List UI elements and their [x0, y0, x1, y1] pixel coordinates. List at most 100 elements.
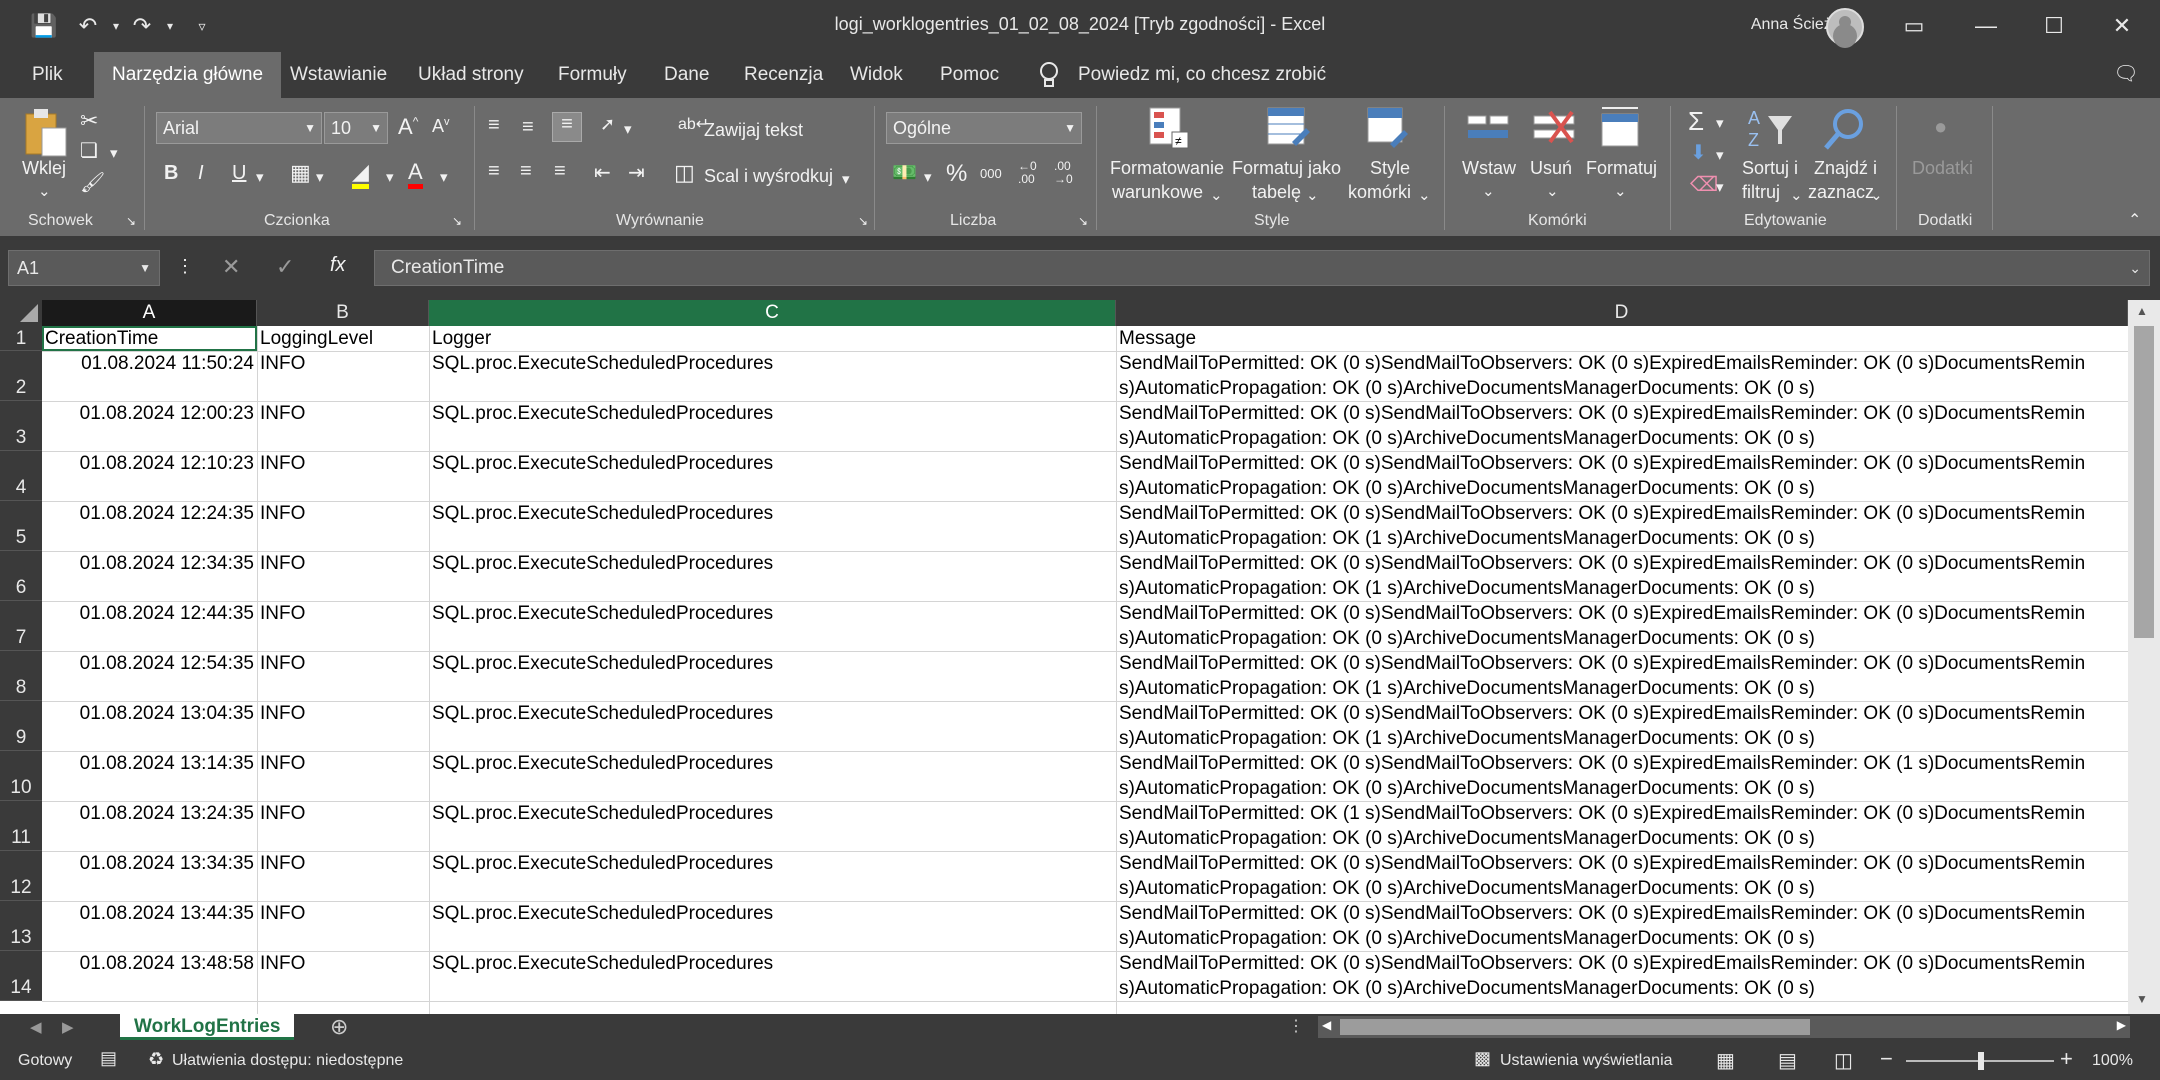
sort-filter-button[interactable]: Sortuj i — [1742, 158, 1798, 179]
scroll-right-icon[interactable]: ▶ — [2117, 1018, 2126, 1032]
table-cell[interactable]: 01.08.2024 11:50:24 — [42, 351, 257, 376]
insert-function-icon[interactable]: fx — [330, 254, 346, 277]
font-size-select[interactable]: 10 ▼ — [324, 112, 388, 144]
merge-dropdown-icon[interactable]: ▾ — [842, 170, 850, 188]
scroll-up-icon[interactable]: ▲ — [2136, 304, 2148, 318]
table-cell[interactable]: INFO — [257, 901, 429, 926]
table-cell[interactable]: 01.08.2024 13:44:35 — [42, 901, 257, 926]
table-cell[interactable]: SQL.proc.ExecuteScheduledProcedures — [429, 601, 1116, 626]
table-cell[interactable]: 01.08.2024 12:10:23 — [42, 451, 257, 476]
tab-help[interactable]: Pomoc — [940, 52, 999, 98]
clear-icon[interactable]: ⌫ — [1690, 172, 1718, 197]
cancel-entry-icon[interactable]: ✕ — [222, 254, 240, 280]
row-header[interactable]: 12 — [0, 851, 42, 901]
tab-formulas[interactable]: Formuły — [558, 52, 627, 98]
format-as-table-button[interactable]: Formatuj jako — [1232, 158, 1341, 179]
fill-dropdown-icon[interactable]: ▾ — [1716, 146, 1724, 164]
horizontal-scrollbar[interactable]: ◀ ▶ — [1318, 1016, 2130, 1038]
underline-button[interactable]: U — [232, 162, 246, 185]
table-cell[interactable]: 01.08.2024 12:44:35 — [42, 601, 257, 626]
row-header[interactable]: 10 — [0, 751, 42, 801]
table-cell[interactable]: SQL.proc.ExecuteScheduledProcedures — [429, 551, 1116, 576]
table-cell[interactable]: INFO — [257, 651, 429, 676]
message-cell[interactable]: SendMailToPermitted: OK (0 s)SendMailToO… — [1116, 401, 2128, 426]
wrap-text-button[interactable]: Zawijaj tekst — [704, 120, 803, 141]
table-cell[interactable]: 01.08.2024 12:34:35 — [42, 551, 257, 576]
font-color-icon[interactable]: A — [408, 160, 423, 189]
table-cell[interactable]: SQL.proc.ExecuteScheduledProcedures — [429, 951, 1116, 976]
font-launcher-icon[interactable]: ↘ — [452, 214, 462, 228]
delete-cells-icon[interactable] — [1532, 108, 1576, 148]
cell-styles-button-line2[interactable]: komórki — [1348, 182, 1411, 203]
tab-file[interactable]: Plik — [32, 52, 63, 98]
scroll-tabs-left-icon[interactable]: ◀ — [30, 1018, 42, 1036]
scroll-thumb[interactable] — [2134, 326, 2154, 638]
tab-home[interactable]: Narzędzia główne — [94, 52, 282, 98]
zoom-slider[interactable] — [1906, 1052, 2054, 1070]
addins-button[interactable]: Dodatki — [1912, 158, 1973, 179]
sheet-tab-worklogentries[interactable]: WorkLogEntries — [120, 1014, 295, 1040]
column-header-b[interactable]: B — [257, 300, 429, 326]
tab-view[interactable]: Widok — [850, 52, 903, 98]
sort-filter-icon[interactable]: AZ — [1746, 106, 1796, 152]
zoom-in-icon[interactable]: + — [2060, 1046, 2073, 1072]
message-cell[interactable]: SendMailToPermitted: OK (0 s)SendMailToO… — [1116, 751, 2128, 776]
maximize-icon[interactable]: ☐ — [2024, 8, 2084, 44]
table-cell[interactable]: 01.08.2024 13:14:35 — [42, 751, 257, 776]
conditional-formatting-icon[interactable]: ≠ — [1148, 106, 1190, 150]
row-header[interactable]: 7 — [0, 601, 42, 651]
accounting-format-icon[interactable]: 💵 — [892, 160, 917, 185]
table-cell[interactable]: 01.08.2024 12:00:23 — [42, 401, 257, 426]
row-header[interactable]: 5 — [0, 501, 42, 551]
sort-filter-button-line2[interactable]: filtruj — [1742, 182, 1780, 203]
zoom-level[interactable]: 100% — [2092, 1052, 2133, 1070]
orientation-dropdown-icon[interactable]: ▾ — [624, 120, 632, 138]
clear-dropdown-icon[interactable]: ▾ — [1716, 178, 1724, 196]
autosum-icon[interactable]: Σ — [1688, 106, 1704, 137]
borders-icon[interactable]: ▦ — [290, 160, 311, 186]
table-cell[interactable]: SQL.proc.ExecuteScheduledProcedures — [429, 451, 1116, 476]
column-header-d[interactable]: D — [1116, 300, 2128, 326]
formula-input[interactable]: CreationTime ⌄ — [374, 250, 2150, 286]
table-cell[interactable]: INFO — [257, 801, 429, 826]
table-cell[interactable]: INFO — [257, 501, 429, 526]
table-cell[interactable]: SQL.proc.ExecuteScheduledProcedures — [429, 801, 1116, 826]
table-cell[interactable]: SQL.proc.ExecuteScheduledProcedures — [429, 501, 1116, 526]
format-as-table-button-line2[interactable]: tabelę — [1252, 182, 1301, 203]
row-header[interactable]: 8 — [0, 651, 42, 701]
copy-dropdown-icon[interactable]: ▾ — [110, 144, 118, 162]
zoom-out-icon[interactable]: − — [1880, 1046, 1893, 1072]
tab-review[interactable]: Recenzja — [744, 52, 823, 98]
table-cell[interactable]: INFO — [257, 551, 429, 576]
vertical-scrollbar[interactable]: ▲ ▼ — [2128, 300, 2160, 1014]
macro-record-icon[interactable]: ▤ — [100, 1048, 117, 1069]
row-header[interactable]: 2 — [0, 351, 42, 401]
table-cell[interactable]: 01.08.2024 12:24:35 — [42, 501, 257, 526]
table-cell[interactable]: 01.08.2024 13:34:35 — [42, 851, 257, 876]
scroll-down-icon[interactable]: ▼ — [2136, 992, 2148, 1006]
align-center-icon[interactable]: ≡ — [520, 160, 532, 183]
increase-decimal-icon[interactable]: ←0.00 — [1018, 160, 1037, 186]
paste-icon[interactable] — [22, 106, 68, 158]
row-header[interactable]: 6 — [0, 551, 42, 601]
header-cell[interactable]: Logger — [429, 326, 1116, 351]
merge-center-icon[interactable]: ◫ — [674, 160, 695, 186]
table-cell[interactable]: 01.08.2024 12:54:35 — [42, 651, 257, 676]
message-cell[interactable]: SendMailToPermitted: OK (0 s)SendMailToO… — [1116, 601, 2128, 626]
cell-styles-icon[interactable] — [1366, 106, 1410, 150]
message-cell[interactable]: SendMailToPermitted: OK (0 s)SendMailToO… — [1116, 901, 2128, 926]
ribbon-display-icon[interactable]: ▭ — [1884, 8, 1944, 44]
find-select-button[interactable]: Znajdź i — [1814, 158, 1877, 179]
header-cell[interactable]: LoggingLevel — [257, 326, 429, 351]
message-cell[interactable]: SendMailToPermitted: OK (0 s)SendMailToO… — [1116, 501, 2128, 526]
display-settings-button[interactable]: Ustawienia wyświetlania — [1500, 1052, 1673, 1070]
table-cell[interactable]: INFO — [257, 451, 429, 476]
align-left-icon[interactable]: ≡ — [488, 160, 500, 183]
bold-button[interactable]: B — [164, 162, 178, 185]
table-cell[interactable]: INFO — [257, 751, 429, 776]
tab-data[interactable]: Dane — [664, 52, 709, 98]
align-top-icon[interactable]: ≡ — [488, 114, 500, 137]
message-cell[interactable]: SendMailToPermitted: OK (0 s)SendMailToO… — [1116, 451, 2128, 476]
merge-center-button[interactable]: Scal i wyśrodkuj — [704, 166, 833, 187]
collapse-ribbon-icon[interactable]: ⌃ — [2128, 210, 2141, 230]
